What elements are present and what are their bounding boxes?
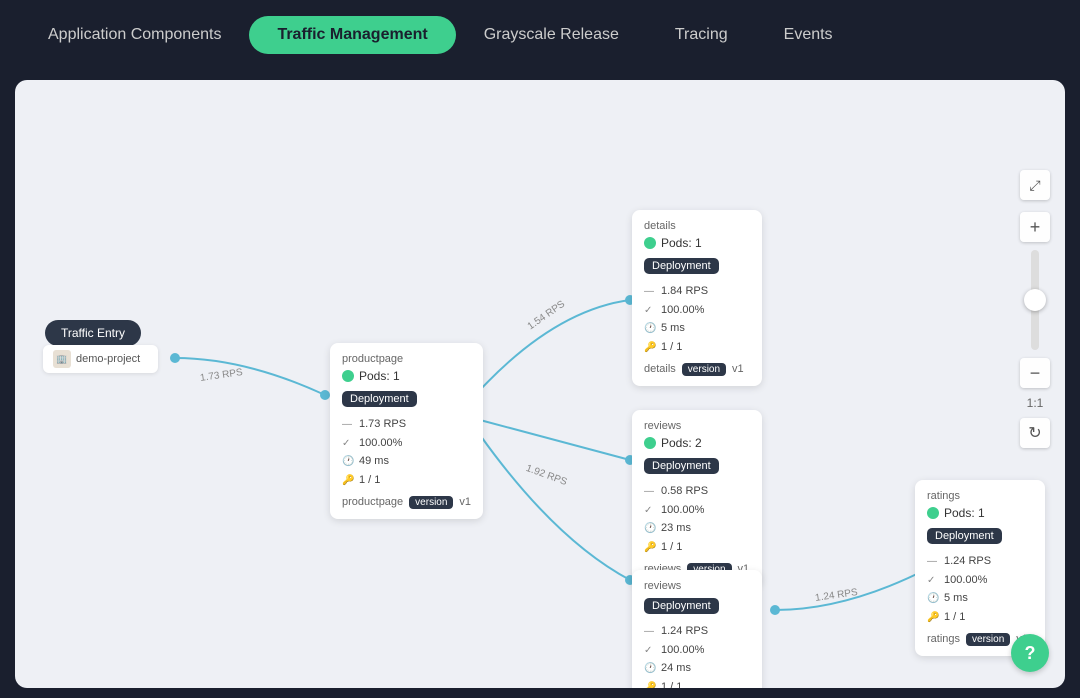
zoom-slider-track[interactable] (1031, 250, 1039, 350)
node-details[interactable]: details Pods: 1 Deployment —1.84 RPS ✓10… (632, 210, 762, 386)
deployment-badge: Deployment (342, 391, 417, 407)
nav-item-tracing[interactable]: Tracing (647, 16, 756, 54)
refresh-button[interactable]: ↻ (1020, 418, 1050, 448)
deployment-badge: Deployment (644, 258, 719, 274)
zoom-controls: ⤢ + − 1:1 ↻ (1020, 170, 1050, 448)
pod-dot (644, 437, 656, 449)
node-reviews-bottom[interactable]: reviews Deployment —1.24 RPS ✓100.00% 🕐2… (632, 570, 762, 688)
node-reviews-bottom-label: reviews (644, 580, 750, 592)
deployment-badge: Deployment (644, 598, 719, 614)
zoom-slider-thumb[interactable] (1024, 289, 1046, 311)
main-canvas: 1.73 RPS 1.54 RPS 1.92 RPS 1.24 RPS Traf… (15, 80, 1065, 688)
zoom-out-button[interactable]: − (1020, 358, 1050, 388)
traffic-entry-node[interactable]: Traffic Entry (45, 320, 141, 346)
node-details-label: details (644, 220, 750, 232)
node-details-stats: —1.84 RPS ✓100.00% 🕐5 ms 🔑1 / 1 (644, 282, 750, 357)
node-reviews-bottom-stats: —1.24 RPS ✓100.00% 🕐24 ms 🔑1 / 1 (644, 622, 750, 688)
nav-item-app-components[interactable]: Application Components (20, 16, 249, 54)
node-details-pods: Pods: 1 (644, 236, 750, 250)
traffic-entry-sub: 🏢 demo-project (43, 345, 158, 373)
node-reviews-top-stats: —0.58 RPS ✓100.00% 🕐23 ms 🔑1 / 1 (644, 482, 750, 557)
pod-dot (644, 237, 656, 249)
demo-icon: 🏢 (53, 350, 71, 368)
pod-dot (342, 370, 354, 382)
help-button[interactable]: ? (1011, 634, 1049, 672)
zoom-in-button[interactable]: + (1020, 212, 1050, 242)
node-ratings-label: ratings (927, 490, 1033, 502)
node-ratings-stats: —1.24 RPS ✓100.00% 🕐5 ms 🔑1 / 1 (927, 552, 1033, 627)
node-productpage-version: productpage version v1 (342, 496, 471, 509)
edge-label-2: 1.54 RPS (526, 299, 567, 333)
nav-item-traffic-management[interactable]: Traffic Management (249, 16, 455, 54)
fullscreen-button[interactable]: ⤢ (1020, 170, 1050, 200)
edge-label-3: 1.92 RPS (524, 463, 568, 488)
node-reviews-top-label: reviews (644, 420, 750, 432)
node-reviews-top-pods: Pods: 2 (644, 436, 750, 450)
node-ratings[interactable]: ratings Pods: 1 Deployment —1.24 RPS ✓10… (915, 480, 1045, 656)
deployment-badge: Deployment (927, 528, 1002, 544)
nav-bar: Application Components Traffic Managemen… (0, 0, 1080, 70)
node-productpage-pods: Pods: 1 (342, 369, 471, 383)
deployment-badge: Deployment (644, 458, 719, 474)
node-reviews-top[interactable]: reviews Pods: 2 Deployment —0.58 RPS ✓10… (632, 410, 762, 586)
node-productpage-label: productpage (342, 353, 471, 365)
edge-label-1: 1.73 RPS (199, 367, 243, 384)
node-productpage-stats: —1.73 RPS ✓100.00% 🕐49 ms 🔑1 / 1 (342, 415, 471, 490)
node-productpage[interactable]: productpage Pods: 1 Deployment —1.73 RPS… (330, 343, 483, 519)
node-ratings-pods: Pods: 1 (927, 506, 1033, 520)
pod-dot (927, 507, 939, 519)
topology-svg (15, 80, 1065, 688)
node-details-version: details version v1 (644, 363, 750, 376)
nav-item-events[interactable]: Events (756, 16, 861, 54)
zoom-ratio-label: 1:1 (1027, 396, 1044, 410)
nav-item-grayscale[interactable]: Grayscale Release (456, 16, 647, 54)
edge-label-4: 1.24 RPS (814, 587, 858, 604)
